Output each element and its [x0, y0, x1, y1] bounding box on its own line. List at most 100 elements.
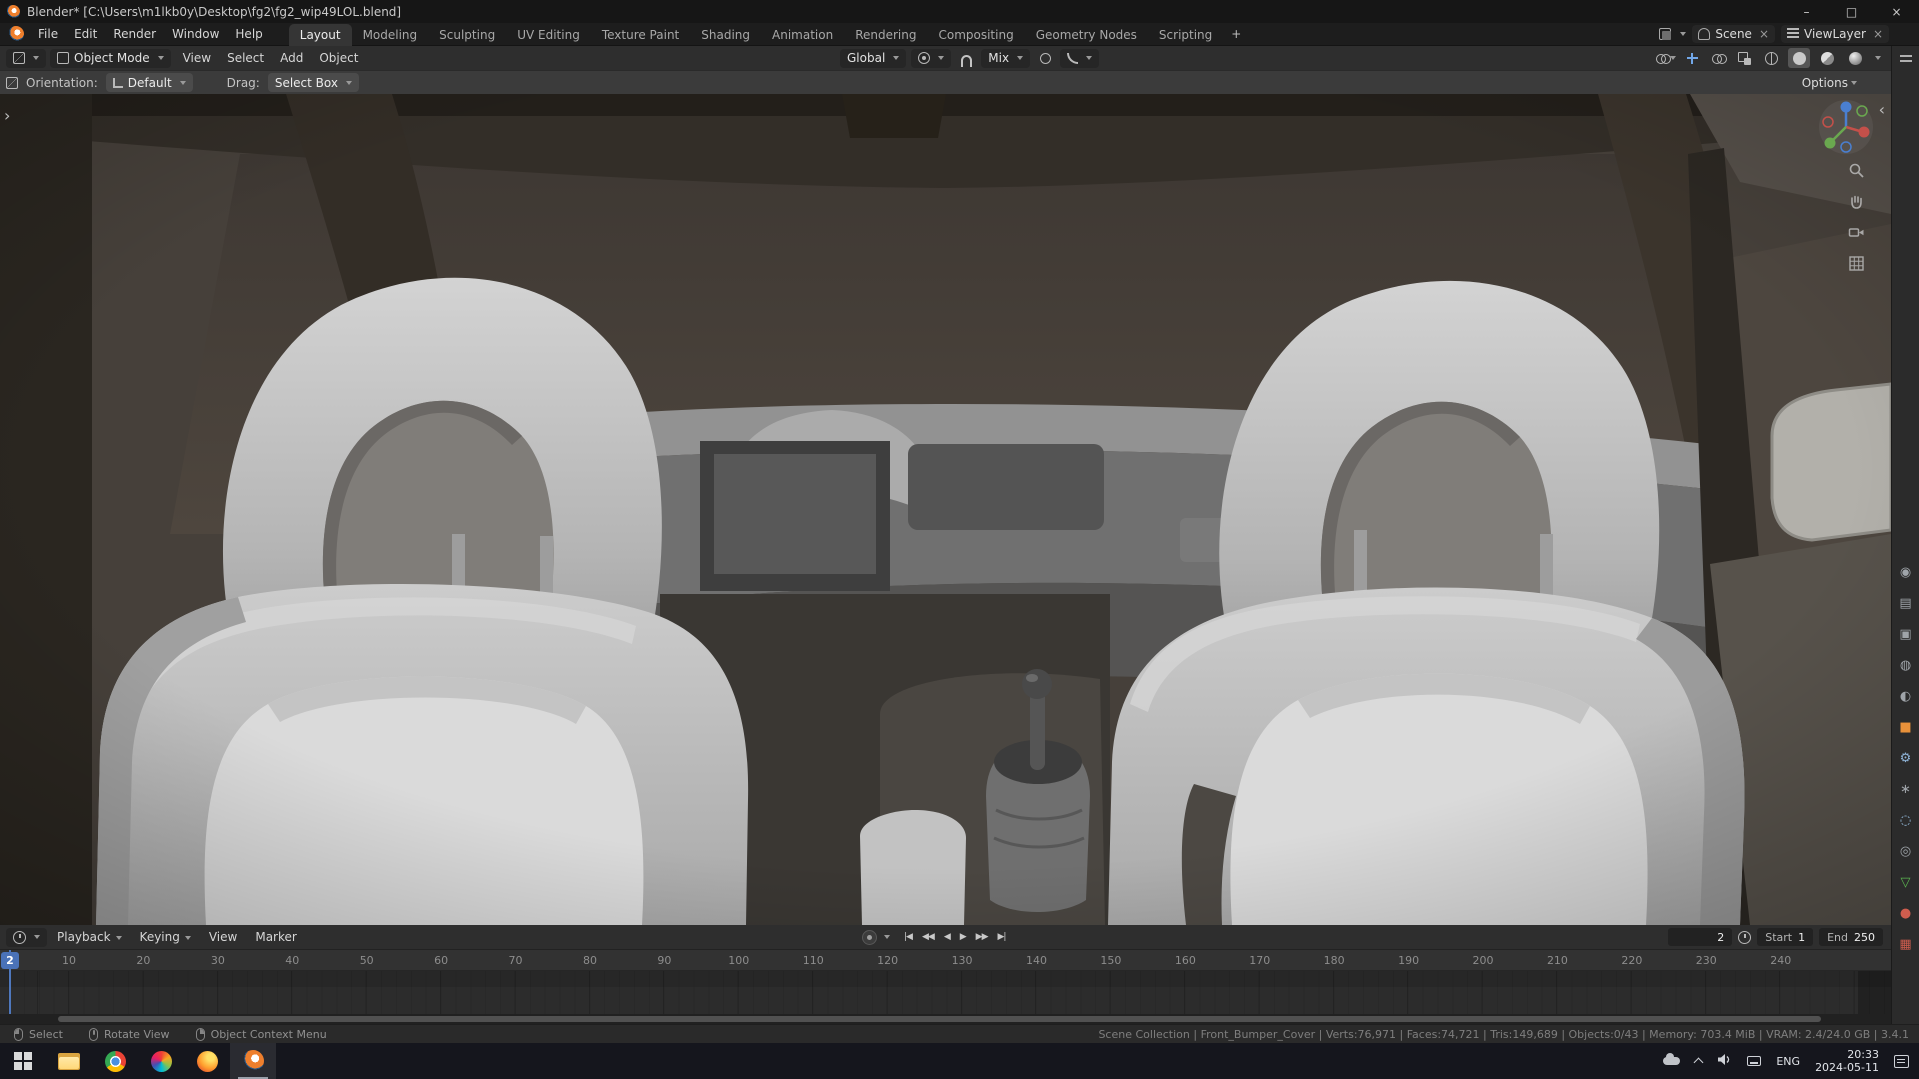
sidebar-expand-icon[interactable]: ‹ — [1879, 100, 1885, 119]
start-button[interactable] — [0, 1043, 46, 1079]
properties-tab-object[interactable]: ■ — [1899, 719, 1911, 737]
onedrive-cloud-icon[interactable] — [1663, 1053, 1681, 1065]
browser-2-button[interactable] — [138, 1043, 184, 1079]
properties-tab-render[interactable]: ◉ — [1900, 564, 1911, 582]
next-keyframe-button[interactable]: ▶▶ — [972, 930, 992, 944]
navigation-gizmo[interactable] — [1817, 98, 1875, 156]
menu-item[interactable]: Help — [227, 23, 270, 45]
timeline-scrollbar[interactable] — [0, 1014, 1891, 1024]
jump-to-start-button[interactable]: |◀ — [900, 930, 916, 944]
viewport-menu-item[interactable]: Add — [272, 47, 311, 69]
falloff-selector[interactable] — [1060, 48, 1100, 68]
menu-item[interactable]: Edit — [66, 23, 105, 45]
view-menu[interactable]: View — [201, 926, 245, 948]
scene-selector[interactable]: Scene × — [1692, 25, 1775, 43]
start-frame-field[interactable]: Start 1 — [1757, 928, 1814, 946]
show-overlays-toggle[interactable] — [1708, 49, 1728, 68]
show-object-types-dropdown[interactable] — [1656, 49, 1676, 68]
notification-center-icon[interactable] — [1894, 1054, 1909, 1068]
orientation-dropdown[interactable]: Default — [105, 73, 193, 92]
chrome-button[interactable] — [92, 1043, 138, 1079]
pivot-point-selector[interactable] — [911, 48, 952, 68]
tray-expand-icon[interactable] — [1693, 1057, 1704, 1068]
scrollbar-handle[interactable] — [58, 1016, 1821, 1022]
viewlayer-selector[interactable]: ViewLayer × — [1781, 25, 1889, 43]
camera-view-icon[interactable] — [1848, 224, 1865, 244]
properties-tab-view-layer[interactable]: ▣ — [1899, 626, 1911, 644]
firefox-button[interactable] — [184, 1043, 230, 1079]
workspace-tab[interactable]: Shading — [690, 24, 761, 46]
workspace-tab[interactable]: Modeling — [352, 24, 429, 46]
jump-to-end-button[interactable]: ▶| — [994, 930, 1010, 944]
playback-menu[interactable]: Playback — [49, 926, 130, 948]
minimize-button[interactable]: – — [1784, 0, 1829, 23]
play-button[interactable]: ▶ — [956, 930, 970, 944]
shading-rendered-button[interactable] — [1844, 48, 1866, 68]
unlink-scene-icon[interactable]: × — [1757, 27, 1769, 41]
properties-tab-material[interactable]: ● — [1900, 905, 1911, 923]
auto-keying-button[interactable] — [862, 929, 877, 945]
current-frame-field[interactable]: 2 — [1668, 928, 1733, 946]
blender-menu-icon[interactable] — [8, 26, 24, 42]
shading-wireframe-button[interactable] — [1760, 48, 1782, 68]
menu-item[interactable]: Render — [105, 23, 164, 45]
viewport-menu-item[interactable]: Object — [311, 47, 366, 69]
toggle-xray-button[interactable] — [1734, 49, 1754, 68]
menu-item[interactable]: File — [30, 23, 66, 45]
properties-tab-output[interactable]: ▤ — [1899, 595, 1911, 613]
options-dropdown[interactable]: Options — [1802, 76, 1857, 90]
show-gizmos-toggle[interactable] — [1682, 49, 1702, 68]
snap-with-selector[interactable]: Mix — [981, 48, 1031, 68]
properties-tab-scene[interactable]: ◍ — [1900, 657, 1911, 675]
workspace-tab[interactable]: Scripting — [1148, 24, 1223, 46]
properties-editor-icon[interactable] — [1899, 54, 1912, 64]
proportional-editing-toggle[interactable] — [1035, 49, 1055, 68]
close-button[interactable]: × — [1874, 0, 1919, 23]
toggle-ortho-grid-icon[interactable] — [1848, 255, 1865, 275]
timeline-editor-selector[interactable] — [6, 927, 47, 947]
properties-tab-world[interactable]: ◐ — [1900, 688, 1911, 706]
shading-solid-button[interactable] — [1788, 48, 1810, 68]
browse-scene-icon[interactable] — [1659, 28, 1672, 40]
snap-toggle[interactable] — [956, 49, 976, 68]
workspace-tab[interactable]: Texture Paint — [591, 24, 690, 46]
add-workspace-button[interactable]: + — [1223, 27, 1249, 41]
workspace-tab[interactable]: Layout — [288, 23, 352, 46]
taskbar-clock[interactable]: 20:33 2024-05-11 — [1815, 1048, 1879, 1074]
prev-keyframe-button[interactable]: ◀◀ — [918, 930, 938, 944]
properties-tab-constraints[interactable]: ◎ — [1900, 843, 1911, 861]
playhead-frame-chip[interactable]: 2 — [1, 952, 19, 969]
viewport-menu-item[interactable]: Select — [219, 47, 272, 69]
workspace-tab[interactable]: Sculpting — [428, 24, 506, 46]
blender-taskbar-button[interactable] — [230, 1043, 276, 1079]
transform-orientation-selector[interactable]: Global — [840, 48, 907, 68]
maximize-button[interactable]: □ — [1829, 0, 1874, 23]
toolbar-expand-icon[interactable]: › — [4, 106, 10, 125]
mode-selector[interactable]: Object Mode — [50, 48, 171, 68]
timeline-track-area[interactable] — [0, 971, 1891, 1014]
properties-tab-texture[interactable]: ▦ — [1899, 936, 1911, 954]
properties-tab-object-data[interactable]: ▽ — [1900, 874, 1910, 892]
editor-type-selector[interactable] — [6, 48, 46, 68]
workspace-tab[interactable]: Rendering — [844, 24, 927, 46]
zoom-gizmo-icon[interactable] — [1848, 162, 1865, 182]
end-frame-field[interactable]: End 250 — [1819, 928, 1883, 946]
workspace-tab[interactable]: Animation — [761, 24, 844, 46]
properties-tab-particles[interactable]: ∗ — [1900, 781, 1911, 799]
file-explorer-button[interactable] — [46, 1043, 92, 1079]
timeline-ruler[interactable]: 10 20 30 40 50 60 70 80 90 100 110 120 130 140 150 160 1… — [0, 950, 1891, 971]
drag-dropdown[interactable]: Select Box — [267, 73, 359, 92]
volume-icon[interactable] — [1717, 1053, 1732, 1069]
workspace-tab[interactable]: Compositing — [927, 24, 1024, 46]
properties-tab-physics[interactable]: ◌ — [1900, 812, 1911, 830]
viewport-3d[interactable]: › ‹ — [0, 94, 1891, 925]
pan-gizmo-icon[interactable] — [1848, 193, 1865, 213]
viewport-menu-item[interactable]: View — [175, 47, 219, 69]
remove-viewlayer-icon[interactable]: × — [1871, 27, 1883, 41]
keying-menu[interactable]: Keying — [132, 926, 199, 948]
play-reverse-button[interactable]: ◀ — [940, 930, 954, 944]
marker-menu[interactable]: Marker — [247, 926, 304, 948]
menu-item[interactable]: Window — [164, 23, 227, 45]
shading-material-button[interactable] — [1816, 48, 1838, 68]
workspace-tab[interactable]: Geometry Nodes — [1025, 24, 1148, 46]
